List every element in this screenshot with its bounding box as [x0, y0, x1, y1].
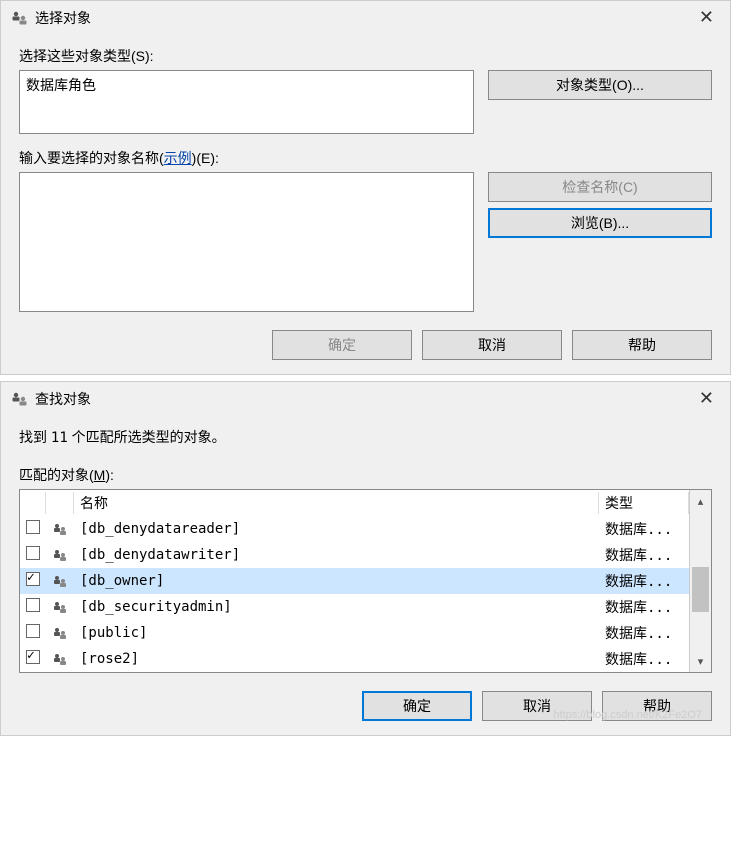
- table-row[interactable]: [db_owner]数据库...: [20, 568, 689, 594]
- ok-button[interactable]: 确定: [362, 691, 472, 721]
- select-objects-dialog: 选择对象 ✕ 选择这些对象类型(S): 数据库角色 对象类型(O)... 输入要…: [0, 0, 731, 375]
- dialog-body: 选择这些对象类型(S): 数据库角色 对象类型(O)... 输入要选择的对象名称…: [1, 34, 730, 374]
- row-type: 数据库...: [599, 542, 689, 568]
- dialog-body: 找到 11 个匹配所选类型的对象。 匹配的对象(M): 名称 类型 [db_de…: [1, 415, 730, 735]
- table-row[interactable]: [rose2]数据库...: [20, 646, 689, 672]
- check-names-button: 检查名称(C): [488, 172, 712, 202]
- row-type: 数据库...: [599, 568, 689, 594]
- col-type-header[interactable]: 类型: [599, 490, 689, 516]
- row-name: [db_securityadmin]: [74, 594, 599, 620]
- titlebar: 选择对象 ✕: [1, 1, 730, 34]
- row-name: [db_owner]: [74, 568, 599, 594]
- ok-button: 确定: [272, 330, 412, 360]
- titlebar-left: 查找对象: [11, 389, 91, 409]
- role-icon: [52, 652, 68, 666]
- row-checkbox[interactable]: [26, 650, 40, 664]
- select-object-types-label: 选择这些对象类型(S):: [19, 46, 712, 66]
- row-checkbox[interactable]: [26, 598, 40, 612]
- row-type: 数据库...: [599, 620, 689, 646]
- col-name-header[interactable]: 名称: [74, 490, 599, 516]
- close-icon[interactable]: ✕: [693, 388, 720, 409]
- row-type: 数据库...: [599, 646, 689, 672]
- examples-link[interactable]: 示例: [164, 150, 192, 166]
- found-count-label: 找到 11 个匹配所选类型的对象。: [19, 427, 712, 447]
- table-row[interactable]: [db_denydatareader]数据库...: [20, 516, 689, 542]
- cancel-button[interactable]: 取消: [482, 691, 592, 721]
- col-icon[interactable]: [46, 490, 74, 516]
- role-icon: [52, 600, 68, 614]
- cancel-button[interactable]: 取消: [422, 330, 562, 360]
- row-checkbox[interactable]: [26, 572, 40, 586]
- dialog1-button-row: 确定 取消 帮助: [19, 326, 712, 360]
- row-name: [db_denydatareader]: [74, 516, 599, 542]
- object-types-value: 数据库角色: [26, 77, 96, 93]
- help-button[interactable]: 帮助: [602, 691, 712, 721]
- matched-objects-label: 匹配的对象(M):: [19, 465, 712, 485]
- table-row[interactable]: [db_denydatawriter]数据库...: [20, 542, 689, 568]
- role-icon: [52, 574, 68, 588]
- object-types-textbox: 数据库角色: [19, 70, 474, 134]
- scrollbar[interactable]: ▴ ▾: [689, 490, 711, 672]
- enter-names-label: 输入要选择的对象名称(示例)(E):: [19, 148, 712, 168]
- row-name: [db_denydatawriter]: [74, 542, 599, 568]
- col-check[interactable]: [20, 490, 46, 516]
- titlebar: 查找对象 ✕: [1, 382, 730, 415]
- object-names-textbox[interactable]: [19, 172, 474, 312]
- object-types-button[interactable]: 对象类型(O)...: [488, 70, 712, 100]
- role-icon: [52, 548, 68, 562]
- roles-icon: [11, 10, 29, 26]
- row-type: 数据库...: [599, 516, 689, 542]
- scroll-track[interactable]: [690, 512, 711, 650]
- scroll-up-icon[interactable]: ▴: [690, 490, 711, 512]
- row-checkbox[interactable]: [26, 624, 40, 638]
- find-objects-dialog: 查找对象 ✕ 找到 11 个匹配所选类型的对象。 匹配的对象(M): 名称 类型: [0, 381, 731, 736]
- matched-objects-table: 名称 类型 [db_denydatareader]数据库...[db_denyd…: [20, 490, 689, 672]
- row-checkbox[interactable]: [26, 546, 40, 560]
- row-checkbox[interactable]: [26, 520, 40, 534]
- close-icon[interactable]: ✕: [693, 7, 720, 28]
- dialog2-button-row: 确定 取消 帮助: [19, 687, 712, 721]
- table-row[interactable]: [db_securityadmin]数据库...: [20, 594, 689, 620]
- scroll-down-icon[interactable]: ▾: [690, 650, 711, 672]
- row-type: 数据库...: [599, 594, 689, 620]
- row-name: [public]: [74, 620, 599, 646]
- help-button[interactable]: 帮助: [572, 330, 712, 360]
- dialog-title: 查找对象: [35, 389, 91, 409]
- dialog-title: 选择对象: [35, 8, 91, 28]
- scroll-thumb[interactable]: [692, 567, 709, 612]
- role-icon: [52, 522, 68, 536]
- roles-icon: [11, 391, 29, 407]
- table-row[interactable]: [public]数据库...: [20, 620, 689, 646]
- titlebar-left: 选择对象: [11, 8, 91, 28]
- matched-objects-table-wrap: 名称 类型 [db_denydatareader]数据库...[db_denyd…: [19, 489, 712, 673]
- role-icon: [52, 626, 68, 640]
- row-name: [rose2]: [74, 646, 599, 672]
- browse-button[interactable]: 浏览(B)...: [488, 208, 712, 238]
